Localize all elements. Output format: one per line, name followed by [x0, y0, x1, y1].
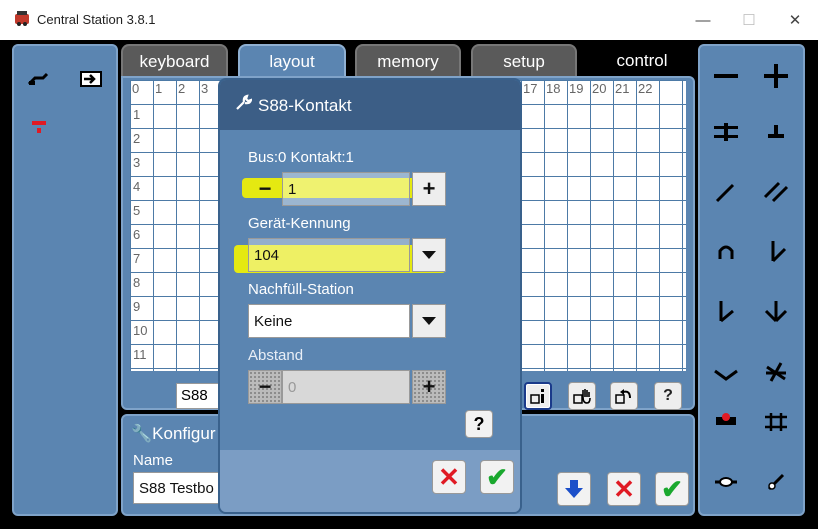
wrench-icon	[234, 94, 253, 117]
device-dropdown-button[interactable]	[412, 238, 446, 272]
three-way-switch-icon[interactable]	[756, 292, 796, 332]
switch-left-icon[interactable]	[756, 232, 796, 272]
grid-row-number: 10	[133, 323, 148, 338]
y-switch-icon[interactable]	[706, 352, 746, 392]
contact-minus-button[interactable]: −	[248, 172, 282, 206]
crossing-switch-icon[interactable]	[756, 352, 796, 392]
refill-station-select[interactable]: Keine	[248, 304, 410, 338]
left-palette	[12, 44, 118, 516]
app-logo-icon	[14, 10, 30, 26]
grid-row-number: 6	[133, 227, 141, 242]
device-id-label: Gerät-Kennung	[248, 215, 351, 232]
double-curve-icon[interactable]	[756, 172, 796, 212]
refill-dropdown-button[interactable]	[412, 304, 446, 338]
pencil-icon[interactable]	[756, 462, 796, 502]
end-track-icon[interactable]	[756, 112, 796, 152]
straight-track-icon[interactable]	[706, 56, 746, 96]
tab-control[interactable]: control	[588, 44, 696, 78]
grid-row-number: 7	[133, 251, 141, 266]
tab-setup[interactable]: setup	[471, 44, 577, 78]
hand-move-button[interactable]	[568, 382, 596, 410]
dialog-footer: ✕ ✔	[220, 450, 520, 512]
layout-name-field[interactable]: S88 Te	[176, 383, 226, 428]
signal-icon[interactable]	[706, 402, 746, 442]
distance-label: Abstand	[248, 347, 304, 364]
grid-column-number: 20	[592, 81, 607, 96]
tab-memory[interactable]: memory	[355, 44, 461, 78]
tab-layout[interactable]: layout	[238, 44, 346, 78]
device-id-select[interactable]: 104	[248, 238, 410, 272]
grid-column-number: 22	[638, 81, 653, 96]
help-button[interactable]: ?	[465, 410, 493, 438]
config-confirm-button[interactable]: ✔	[655, 472, 689, 506]
title-bar: Central Station 3.8.1 — ☐ ✕	[0, 0, 818, 40]
signal-red-icon[interactable]	[24, 112, 54, 142]
maximize-button[interactable]: ☐	[726, 0, 772, 40]
info-select-button[interactable]	[524, 382, 552, 410]
grid-column-number: 19	[569, 81, 584, 96]
tab-keyboard[interactable]: keyboard	[121, 44, 228, 78]
cross-track-icon[interactable]	[756, 56, 796, 96]
grid-column-number: 21	[615, 81, 630, 96]
distance-input: 0	[282, 370, 410, 404]
light-icon[interactable]	[706, 462, 746, 502]
grid-row-number: 5	[133, 203, 141, 218]
grid-row-number: 1	[133, 107, 141, 122]
grid-column-number: 0	[132, 81, 140, 96]
close-button[interactable]: ✕	[772, 0, 818, 40]
grid-column-number: 18	[546, 81, 561, 96]
contact-input[interactable]: 1	[282, 172, 410, 206]
move-down-button[interactable]	[557, 472, 591, 506]
exit-icon[interactable]	[76, 64, 106, 94]
dialog-title: S88-Kontakt	[258, 96, 352, 115]
loco-icon[interactable]	[24, 64, 54, 94]
uncoupler-icon[interactable]	[756, 402, 796, 442]
chevron-down-icon	[422, 317, 436, 325]
grid-row-number: 11	[133, 347, 147, 362]
tunnel-icon[interactable]	[706, 232, 746, 272]
grid-column-number: 1	[155, 81, 163, 96]
config-cancel-button[interactable]: ✕	[607, 472, 641, 506]
wrench-icon: 🔧	[131, 424, 153, 443]
help-button-layout[interactable]: ?	[654, 382, 682, 410]
dialog-cancel-button[interactable]: ✕	[432, 460, 466, 494]
curve-track-icon[interactable]	[706, 172, 746, 212]
grid-row-number: 2	[133, 131, 141, 146]
buffer-track-icon[interactable]	[706, 112, 746, 152]
rotate-button[interactable]	[610, 382, 638, 410]
config-title: 🔧Konfigur	[131, 424, 216, 443]
window-title: Central Station 3.8.1	[37, 12, 156, 27]
grid-row-number: 3	[133, 155, 141, 170]
contact-plus-button[interactable]: +	[412, 172, 446, 206]
dialog-confirm-button[interactable]: ✔	[480, 460, 514, 494]
grid-row-number: 4	[133, 179, 141, 194]
bus-info-label: Bus:0 Kontakt:1	[248, 149, 354, 166]
right-palette	[698, 44, 805, 516]
distance-minus-button: −	[248, 370, 282, 404]
chevron-down-icon	[422, 251, 436, 259]
grid-column-number: 17	[523, 81, 538, 96]
grid-row-number: 9	[133, 299, 141, 314]
config-name-input[interactable]: S88 Testbo	[133, 472, 223, 504]
s88-contact-dialog: S88-Kontakt Bus:0 Kontakt:1 − 1 + Gerät-…	[220, 80, 520, 512]
refill-station-label: Nachfüll-Station	[248, 281, 354, 298]
distance-plus-button: +	[412, 370, 446, 404]
dialog-header: S88-Kontakt	[220, 80, 520, 130]
switch-right-icon[interactable]	[706, 292, 746, 332]
grid-column-number: 2	[178, 81, 186, 96]
grid-row-number: 8	[133, 275, 141, 290]
minimize-button[interactable]: —	[680, 0, 726, 40]
config-name-label: Name	[133, 452, 174, 469]
